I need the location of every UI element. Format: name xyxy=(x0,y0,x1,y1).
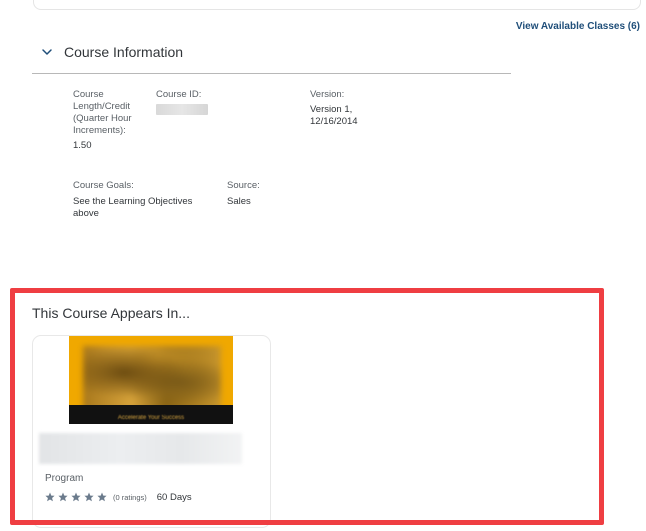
course-goals-label: Course Goals: xyxy=(73,180,134,191)
chevron-down-icon xyxy=(42,49,52,55)
view-available-classes-link[interactable]: View Available Classes (6) xyxy=(516,21,640,32)
course-id-label: Course ID: xyxy=(156,89,202,100)
version-field: Version: Version 1, 12/16/2014 xyxy=(310,89,380,128)
course-id-value-redacted xyxy=(156,104,208,115)
version-label: Version: xyxy=(310,89,345,100)
source-label: Source: xyxy=(227,180,260,191)
section-title: Course Information xyxy=(64,44,184,60)
course-length-label: Course Length/Credit (Quarter Hour Incre… xyxy=(73,89,132,136)
course-length-value: 1.50 xyxy=(73,140,92,151)
top-card xyxy=(33,0,641,10)
course-goals-field: Course Goals: See the Learning Objective… xyxy=(73,180,208,220)
source-field: Source: Sales xyxy=(227,180,287,208)
course-goals-value: See the Learning Objectives above xyxy=(73,196,193,219)
highlight-box xyxy=(10,288,604,525)
divider xyxy=(32,73,511,74)
course-length-field: Course Length/Credit (Quarter Hour Incre… xyxy=(73,89,145,152)
version-value: Version 1, 12/16/2014 xyxy=(310,104,358,127)
source-value: Sales xyxy=(227,196,251,207)
course-id-field: Course ID: xyxy=(156,89,236,115)
course-information-header[interactable]: Course Information xyxy=(40,42,183,62)
